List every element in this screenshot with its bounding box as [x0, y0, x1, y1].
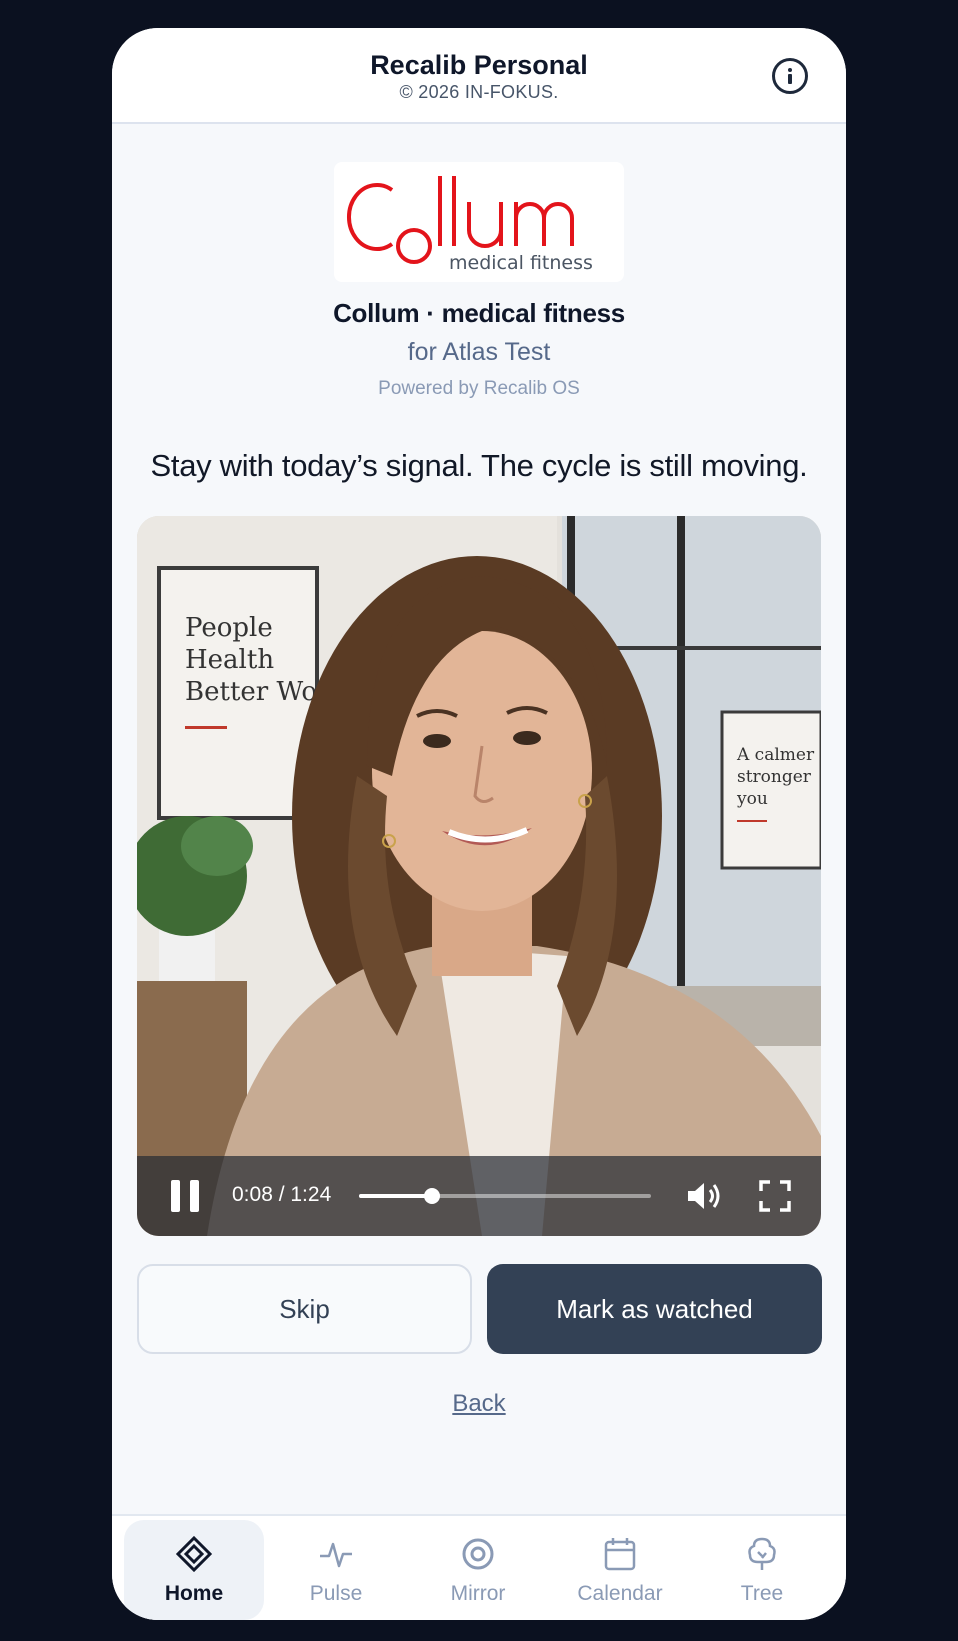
tab-pulse-label: Pulse — [309, 1582, 363, 1605]
pulse-icon — [320, 1542, 352, 1568]
tab-tree-label: Tree — [740, 1582, 784, 1605]
tab-calendar-label: Calendar — [577, 1582, 663, 1605]
app-header: Recalib Personal © 2026 IN-FOKUS. — [112, 28, 846, 124]
tab-mirror-label: Mirror — [450, 1582, 506, 1605]
mirror-target-icon — [462, 1538, 494, 1570]
mark-as-watched-button[interactable]: Mark as watched — [487, 1264, 822, 1354]
tree-icon — [748, 1537, 776, 1570]
poster-right-line-2: stronger — [737, 767, 812, 787]
fullscreen-icon[interactable] — [759, 1180, 791, 1212]
video-frame: People Health Better Work A calmer stron… — [137, 516, 821, 1236]
powered-by: Powered by Recalib OS — [378, 378, 580, 399]
copyright-text: © 2026 IN-FOKUS. — [399, 82, 559, 102]
poster-right-line-3: you — [736, 789, 768, 809]
app-title: Recalib Personal — [370, 50, 588, 80]
seek-thumb[interactable] — [424, 1188, 440, 1204]
volume-icon[interactable] — [685, 1178, 723, 1214]
brand-name: Collum · medical fitness — [333, 298, 625, 328]
home-diamond-icon — [176, 1536, 212, 1572]
brand-logo: medical fitness — [334, 162, 624, 282]
poster-right-line-1: A calmer — [736, 745, 815, 765]
tab-home-label: Home — [164, 1582, 224, 1605]
seek-progress — [359, 1194, 432, 1198]
poster-left-line-1: People — [185, 613, 273, 643]
bottom-tab-bar: Home Pulse Mirror Calendar Tree — [112, 1514, 846, 1620]
video-player[interactable]: People Health Better Work A calmer stron… — [137, 516, 821, 1236]
brand-for-line: for Atlas Test — [407, 338, 551, 366]
logo-subtitle: medical fitness — [449, 252, 593, 274]
phone-frame: Recalib Personal © 2026 IN-FOKUS. medica… — [112, 28, 846, 1620]
back-link[interactable]: Back — [112, 1390, 846, 1418]
tab-pulse[interactable]: Pulse — [266, 1516, 406, 1616]
skip-button[interactable]: Skip — [137, 1264, 472, 1354]
calendar-icon — [604, 1538, 636, 1571]
tab-calendar[interactable]: Calendar — [550, 1516, 690, 1616]
pause-icon[interactable] — [171, 1180, 199, 1212]
info-icon[interactable] — [772, 58, 808, 94]
video-controls: 0:08 / 1:24 — [137, 1156, 821, 1236]
poster-left-line-2: Health — [185, 645, 274, 675]
tab-tree[interactable]: Tree — [692, 1516, 832, 1616]
seek-bar[interactable] — [359, 1188, 651, 1204]
tab-mirror[interactable]: Mirror — [408, 1516, 548, 1616]
daily-tagline: Stay with today’s signal. The cycle is s… — [150, 448, 808, 483]
video-time: 0:08 / 1:24 — [232, 1183, 332, 1206]
tab-home[interactable]: Home — [124, 1520, 264, 1620]
